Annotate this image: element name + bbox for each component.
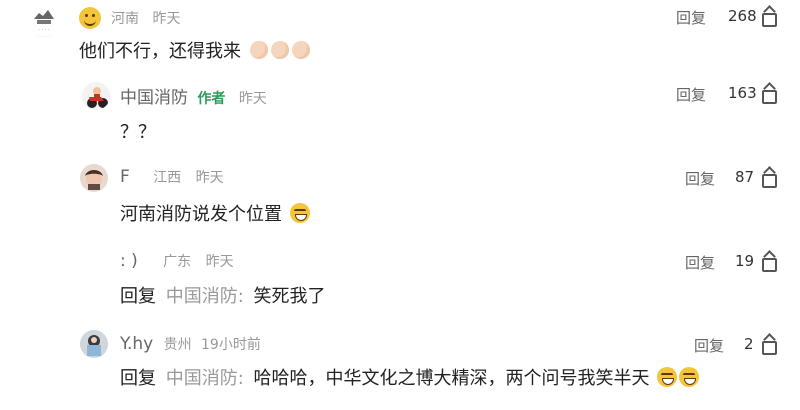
user-emoji-badge xyxy=(79,7,101,29)
like-count: 268 xyxy=(728,7,757,25)
reply-target[interactable]: 中国消防: xyxy=(166,368,244,389)
timestamp: 昨天 xyxy=(195,170,224,186)
username[interactable]: 中国消防 xyxy=(120,88,188,108)
comment-text: 笑死我了 xyxy=(253,286,326,307)
grinning-emoji-icon xyxy=(657,367,678,387)
comment-content: ？？ xyxy=(120,122,156,143)
avatar[interactable] xyxy=(80,330,108,358)
grinning-emoji-icon xyxy=(679,367,700,387)
username[interactable]: Y.hy xyxy=(120,334,153,354)
location: 河南 xyxy=(111,11,139,27)
like-button[interactable] xyxy=(757,166,777,188)
reply-button[interactable]: 回复 xyxy=(685,252,715,273)
reply-button[interactable]: 回复 xyxy=(676,7,706,28)
like-button[interactable] xyxy=(757,250,777,272)
comment-content: 他们不行，还得我来 xyxy=(79,37,310,63)
timestamp: 昨天 xyxy=(205,254,234,270)
smile-emoji-icon xyxy=(79,7,101,29)
thumb-up-icon xyxy=(757,334,777,355)
reply-target[interactable]: 中国消防: xyxy=(166,286,244,307)
username[interactable]: : ) xyxy=(120,251,138,271)
thumb-up-icon xyxy=(757,167,777,188)
like-count: 2 xyxy=(744,335,754,353)
thumb-up-icon xyxy=(757,251,777,272)
like-button[interactable] xyxy=(757,82,777,104)
reply-prefix: 回复 xyxy=(120,368,156,389)
timestamp: 昨天 xyxy=(152,11,181,27)
reply-button[interactable]: 回复 xyxy=(694,335,724,356)
comment-meta: 河南 昨天 xyxy=(111,8,180,28)
comment-text: 哈哈哈，中华文化之博大精深，两个问号我笑半天 xyxy=(253,368,650,389)
comment-author: F 江西 昨天 xyxy=(120,167,224,187)
like-button[interactable] xyxy=(757,333,777,355)
comment-text: 河南消防说发个位置 xyxy=(120,204,282,225)
avatar[interactable]: · · · · · · · · · xyxy=(23,4,65,42)
like-button[interactable] xyxy=(757,5,777,27)
thumb-up-icon xyxy=(757,6,777,27)
comment-content: 回复 中国消防: 笑死我了 xyxy=(120,282,326,308)
location: 江西 xyxy=(153,170,182,186)
clapping-hands-icon xyxy=(291,41,310,59)
author-badge: 作者 xyxy=(197,91,226,107)
location: 广东 xyxy=(163,254,192,270)
comment-content: 回复 中国消防: 哈哈哈，中华文化之博大精深，两个问号我笑半天 xyxy=(120,364,700,390)
svg-text:· · · ·: · · · · xyxy=(38,27,50,33)
avatar[interactable] xyxy=(80,164,108,192)
timestamp: 昨天 xyxy=(238,91,267,107)
reply-prefix: 回复 xyxy=(120,286,156,307)
username[interactable]: F xyxy=(120,167,130,187)
reply-button[interactable]: 回复 xyxy=(676,84,706,105)
comment-content: 河南消防说发个位置 xyxy=(120,200,310,226)
like-count: 163 xyxy=(728,84,757,102)
avatar[interactable] xyxy=(82,82,110,110)
comment-text: 他们不行，还得我来 xyxy=(79,41,241,62)
svg-text:· · · · ·: · · · · · xyxy=(38,34,49,39)
comment-author: : ) 广东 昨天 xyxy=(120,251,234,271)
clapping-hands-icon xyxy=(249,41,268,59)
grinning-emoji-icon xyxy=(289,203,310,223)
location: 贵州 xyxy=(163,337,192,353)
like-count: 87 xyxy=(735,168,755,186)
like-count: 19 xyxy=(735,252,755,270)
reply-button[interactable]: 回复 xyxy=(685,168,715,189)
clapping-hands-icon xyxy=(270,41,289,59)
comment-author: 中国消防 作者 昨天 xyxy=(120,83,267,108)
comment-author: Y.hy 贵州 19小时前 xyxy=(120,334,261,354)
thumb-up-icon xyxy=(757,83,777,104)
timestamp: 19小时前 xyxy=(201,337,261,353)
